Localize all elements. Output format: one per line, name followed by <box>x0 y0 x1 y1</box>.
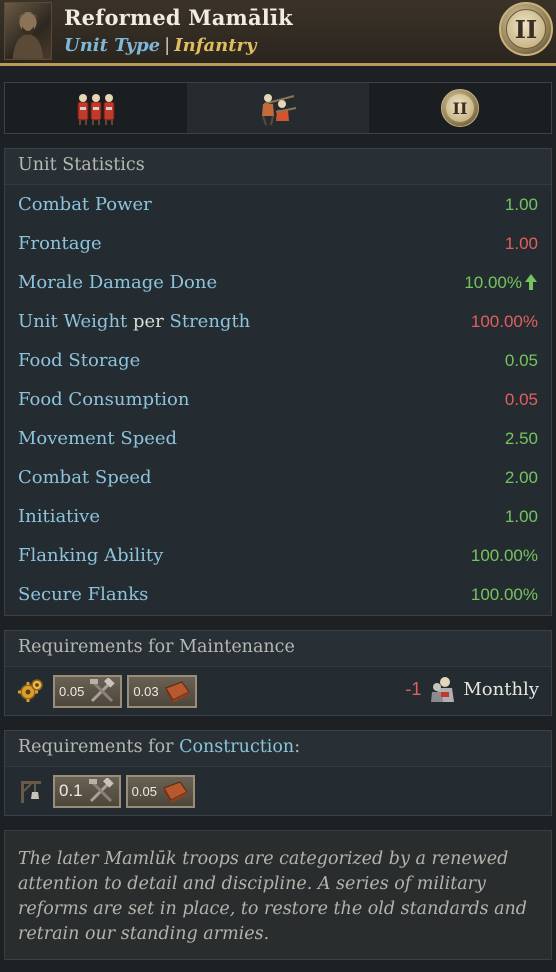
stat-value: 1.00 <box>504 194 538 214</box>
stat-row: Combat Power 1.00 <box>5 185 551 224</box>
infantry-formation-icon <box>77 94 115 125</box>
manpower-cost: -1 <box>405 678 422 699</box>
stat-row: Secure Flanks 100.00% <box>5 575 551 614</box>
resource-amount: 0.05 <box>59 683 85 699</box>
stat-value: 2.50 <box>504 428 538 448</box>
stat-name: Food Storage <box>18 350 141 371</box>
construction-requirements: 0.1 0.05 <box>5 767 551 815</box>
stat-name-connector: per <box>133 311 164 332</box>
stat-value: 100.00% <box>470 545 538 565</box>
stat-value: 0.05 <box>504 389 538 409</box>
stat-value: 1.00 <box>504 233 538 253</box>
stat-name-part: Unit Weight <box>18 311 128 332</box>
stat-name-part: Strength <box>169 311 251 332</box>
unit-description: The later Mamlūk troops are categorized … <box>4 830 552 960</box>
resource-tools[interactable]: 0.05 <box>53 674 123 708</box>
construction-panel: Requirements for Construction: 0.1 0.05 <box>4 730 552 816</box>
stat-row: Frontage 1.00 <box>5 224 551 263</box>
unit-statistics-panel: Unit Statistics Combat Power 1.00 Fronta… <box>4 148 552 616</box>
tools-icon <box>88 778 114 803</box>
tab-tier[interactable]: II <box>369 83 551 133</box>
tier-label: II <box>506 9 546 49</box>
stat-name: Unit Weight per Strength <box>18 311 250 332</box>
stat-name: Initiative <box>18 506 100 527</box>
crane-icon <box>21 781 41 803</box>
construction-keyword[interactable]: Construction <box>179 737 294 757</box>
stat-value: 1.00 <box>504 506 538 526</box>
stat-name: Flanking Ability <box>18 545 164 566</box>
construction-heading-colon: : <box>294 737 301 757</box>
resource-amount: 0.05 <box>131 783 157 799</box>
resource-leather[interactable]: 0.03 <box>127 674 197 708</box>
resource-leather[interactable]: 0.05 <box>125 774 195 808</box>
unit-title: Reformed Mamālīk <box>64 5 293 30</box>
stat-name: Secure Flanks <box>18 584 149 605</box>
stat-value: 10.00% <box>464 273 522 292</box>
construction-heading: Requirements for Construction: <box>5 731 551 767</box>
stat-value: 100.00% <box>470 584 538 604</box>
construction-heading-text: Requirements for <box>18 737 174 757</box>
stat-row: Movement Speed 2.50 <box>5 419 551 458</box>
stat-value: 100.00% <box>470 311 538 331</box>
unit-type-label: Unit Type <box>64 35 161 56</box>
stat-row: Initiative 1.00 <box>5 497 551 536</box>
resource-amount: 0.03 <box>133 683 159 699</box>
stat-value: 2.00 <box>504 467 538 487</box>
stat-row: Flanking Ability 100.00% <box>5 536 551 575</box>
stat-name: Combat Speed <box>18 467 152 488</box>
maintenance-panel: Requirements for Maintenance 0.05 0.03 -… <box>4 630 552 716</box>
arrow-up-icon <box>525 274 537 290</box>
leather-icon <box>163 781 188 803</box>
stat-value: 0.05 <box>504 350 538 370</box>
stat-row: Combat Speed 2.00 <box>5 458 551 497</box>
tools-icon <box>90 678 115 703</box>
unit-tabs: II <box>4 82 552 134</box>
unit-type-value: Infantry <box>174 35 257 56</box>
statistics-heading: Unit Statistics <box>5 149 551 185</box>
tab-soldiers[interactable] <box>187 83 369 133</box>
unit-header: Reformed Mamālīk Unit Type | Infantry II <box>0 0 556 66</box>
tab-tier-label: II <box>446 94 474 122</box>
stat-name: Frontage <box>18 233 102 254</box>
stat-row: Food Storage 0.05 <box>5 341 551 380</box>
maintenance-heading: Requirements for Maintenance <box>5 631 551 667</box>
tab-formation[interactable] <box>5 83 187 133</box>
stat-name: Combat Power <box>18 194 152 215</box>
monthly-upkeep: -1 Monthly <box>405 675 539 703</box>
soldier-manpower-icon <box>431 677 455 702</box>
gears-icon <box>18 679 43 702</box>
stat-row: Unit Weight per Strength 100.00% <box>5 302 551 341</box>
stat-row: Food Consumption 0.05 <box>5 380 551 419</box>
maintenance-requirements: 0.05 0.03 -1 Monthly <box>5 667 551 715</box>
leather-icon <box>164 681 190 703</box>
resource-amount: 0.1 <box>59 781 83 800</box>
tier-badge-icon: II <box>499 2 553 56</box>
soldiers-icon <box>262 94 297 126</box>
resource-tools[interactable]: 0.1 <box>53 774 121 808</box>
stat-name: Morale Damage Done <box>18 272 218 293</box>
upkeep-period: Monthly <box>463 678 539 700</box>
stat-name: Food Consumption <box>18 389 190 410</box>
tier-badge-icon: II <box>441 89 479 127</box>
stat-row: Morale Damage Done 10.00% <box>5 263 551 302</box>
separator: | <box>164 35 171 56</box>
stat-name: Movement Speed <box>18 428 178 449</box>
unit-type-line: Unit Type | Infantry <box>64 35 256 56</box>
unit-portrait <box>4 2 52 60</box>
stat-value-group: 10.00% <box>464 272 538 293</box>
